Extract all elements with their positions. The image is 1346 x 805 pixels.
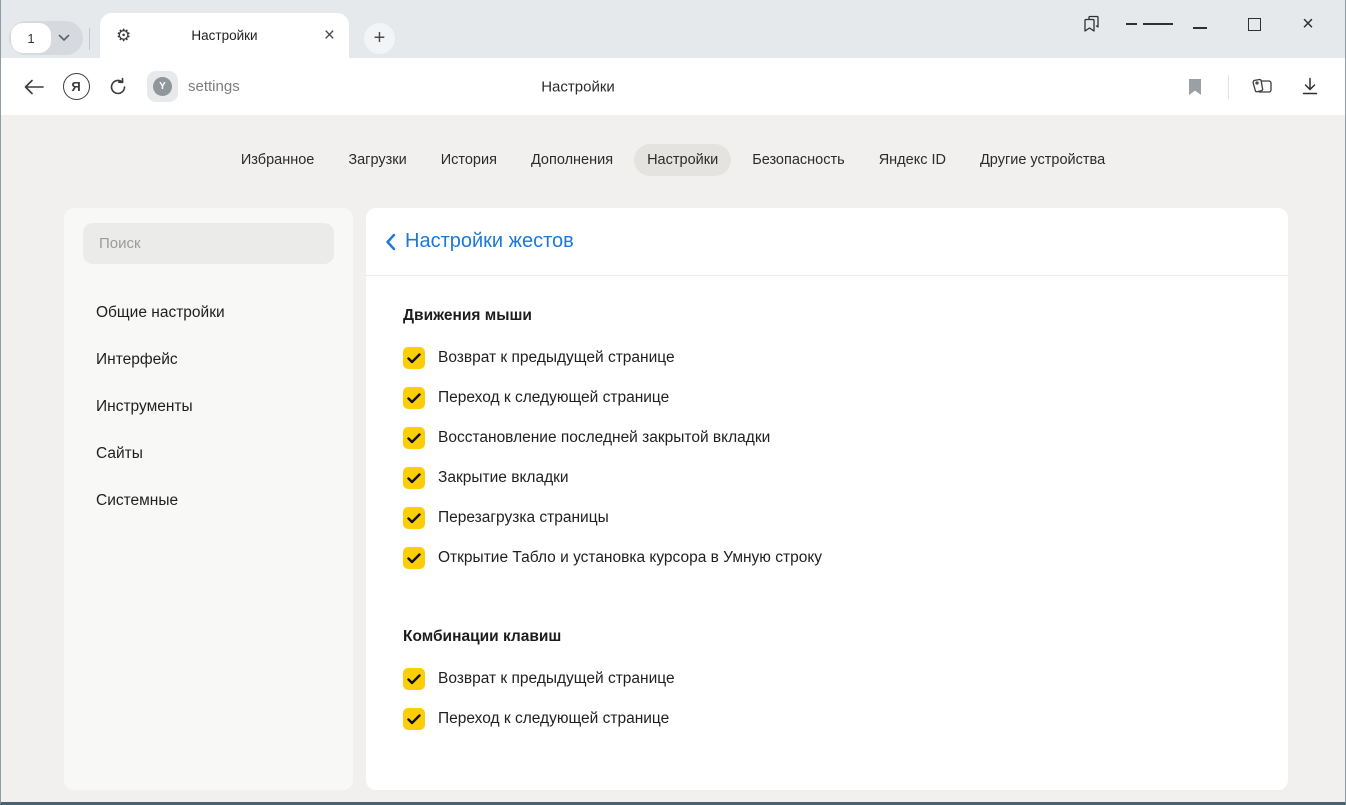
sidebar-item-tools[interactable]: Инструменты xyxy=(64,388,353,426)
checkbox-checked-icon[interactable] xyxy=(403,668,425,690)
checkbox-label: Переход к следующей странице xyxy=(438,389,669,407)
nav-tab-extensions[interactable]: Дополнения xyxy=(518,144,626,176)
checkbox-row[interactable]: Открытие Табло и установка курсора в Умн… xyxy=(403,538,1248,578)
menu-button[interactable] xyxy=(1119,0,1173,48)
checkbox-checked-icon[interactable] xyxy=(403,708,425,730)
yandex-home-button[interactable]: Я xyxy=(55,67,97,107)
checkbox-row[interactable]: Закрытие вкладки xyxy=(403,458,1248,498)
download-icon xyxy=(1301,77,1319,96)
search-input[interactable] xyxy=(83,223,334,264)
section-title-keyboard-shortcuts: Комбинации клавиш xyxy=(403,628,1248,646)
chevron-down-icon xyxy=(58,34,70,42)
settings-nav: Избранное Загрузки История Дополнения На… xyxy=(1,115,1345,205)
sidebar-item-interface[interactable]: Интерфейс xyxy=(64,341,353,379)
checkbox-checked-icon[interactable] xyxy=(403,427,425,449)
minimize-icon xyxy=(1193,27,1207,29)
tab-group-count: 1 xyxy=(11,23,51,53)
checkbox-label: Возврат к предыдущей странице xyxy=(438,670,675,688)
checkbox-row[interactable]: Переход к следующей странице xyxy=(403,699,1248,739)
site-favicon: Y xyxy=(153,77,172,96)
checkbox-row[interactable]: Перезагрузка страницы xyxy=(403,498,1248,538)
checkbox-checked-icon[interactable] xyxy=(403,387,425,409)
toolbar: Я Y settings Настройки xyxy=(1,58,1345,115)
checkbox-row[interactable]: Восстановление последней закрытой вкладк… xyxy=(403,418,1248,458)
collections-icon xyxy=(1250,76,1274,98)
nav-tab-other-devices[interactable]: Другие устройства xyxy=(967,144,1118,176)
browser-window: 1 ⚙ Настройки × + xyxy=(0,0,1346,805)
bookmark-button[interactable] xyxy=(1174,67,1216,107)
nav-tab-yandex-id[interactable]: Яндекс ID xyxy=(866,144,959,176)
sidebar-item-sites[interactable]: Сайты xyxy=(64,435,353,473)
checkbox-label: Перезагрузка страницы xyxy=(438,509,609,527)
section-title-mouse-gestures: Движения мыши xyxy=(403,307,1248,325)
checkbox-row[interactable]: Возврат к предыдущей странице xyxy=(403,338,1248,378)
address-bar-url[interactable]: settings xyxy=(188,78,240,95)
omnibox-page-title: Настройки xyxy=(541,78,615,95)
nav-tab-settings[interactable]: Настройки xyxy=(634,144,731,176)
close-window-button[interactable]: × xyxy=(1281,0,1335,48)
chevron-left-icon xyxy=(385,233,396,251)
bookmark-icon xyxy=(1188,78,1202,96)
site-info-button[interactable]: Y xyxy=(147,71,178,102)
checkbox-row[interactable]: Возврат к предыдущей странице xyxy=(403,659,1248,699)
checkbox-label: Закрытие вкладки xyxy=(438,469,569,487)
new-tab-button[interactable]: + xyxy=(364,23,395,54)
tab-close-icon[interactable]: × xyxy=(324,26,335,45)
checkbox-label: Открытие Табло и установка курсора в Умн… xyxy=(438,549,822,567)
tab-title: Настройки xyxy=(100,28,349,43)
yandex-logo-icon: Я xyxy=(63,73,90,100)
page-title: Настройки жестов xyxy=(405,230,574,253)
toolbar-divider xyxy=(1228,75,1229,99)
tabstrip-divider xyxy=(89,28,90,50)
nav-tab-downloads[interactable]: Загрузки xyxy=(335,144,419,176)
refresh-button[interactable] xyxy=(97,67,139,107)
panels-icon xyxy=(1082,14,1102,34)
minimize-button[interactable] xyxy=(1173,0,1227,48)
window-controls: × xyxy=(1065,0,1335,48)
downloads-button[interactable] xyxy=(1289,67,1331,107)
maximize-button[interactable] xyxy=(1227,0,1281,48)
settings-content: Настройки жестов Движения мыши Возврат к… xyxy=(366,208,1288,790)
nav-tab-history[interactable]: История xyxy=(428,144,510,176)
refresh-icon xyxy=(108,77,128,97)
sidebar-item-system[interactable]: Системные xyxy=(64,482,353,520)
nav-tab-favorites[interactable]: Избранное xyxy=(228,144,327,176)
back-header[interactable]: Настройки жестов xyxy=(366,208,1288,276)
checkbox-checked-icon[interactable] xyxy=(403,347,425,369)
chrome-top-bar: 1 ⚙ Настройки × + xyxy=(1,0,1345,58)
checkbox-checked-icon[interactable] xyxy=(403,507,425,529)
checkbox-checked-icon[interactable] xyxy=(403,467,425,489)
active-tab[interactable]: ⚙ Настройки × xyxy=(100,13,349,58)
checkbox-label: Переход к следующей странице xyxy=(438,710,669,728)
settings-sidebar: Общие настройки Интерфейс Инструменты Са… xyxy=(64,208,353,790)
back-button[interactable] xyxy=(13,67,55,107)
nav-tab-security[interactable]: Безопасность xyxy=(739,144,858,176)
checkbox-checked-icon[interactable] xyxy=(403,547,425,569)
checkbox-label: Возврат к предыдущей странице xyxy=(438,349,675,367)
side-panels-button[interactable] xyxy=(1065,0,1119,48)
close-icon: × xyxy=(1302,14,1314,34)
checkbox-label: Восстановление последней закрытой вкладк… xyxy=(438,429,770,447)
collections-button[interactable] xyxy=(1241,67,1283,107)
checkbox-row[interactable]: Переход к следующей странице xyxy=(403,378,1248,418)
tab-group-selector[interactable]: 1 xyxy=(9,21,83,55)
sidebar-item-general[interactable]: Общие настройки xyxy=(64,294,353,332)
maximize-icon xyxy=(1248,18,1261,31)
